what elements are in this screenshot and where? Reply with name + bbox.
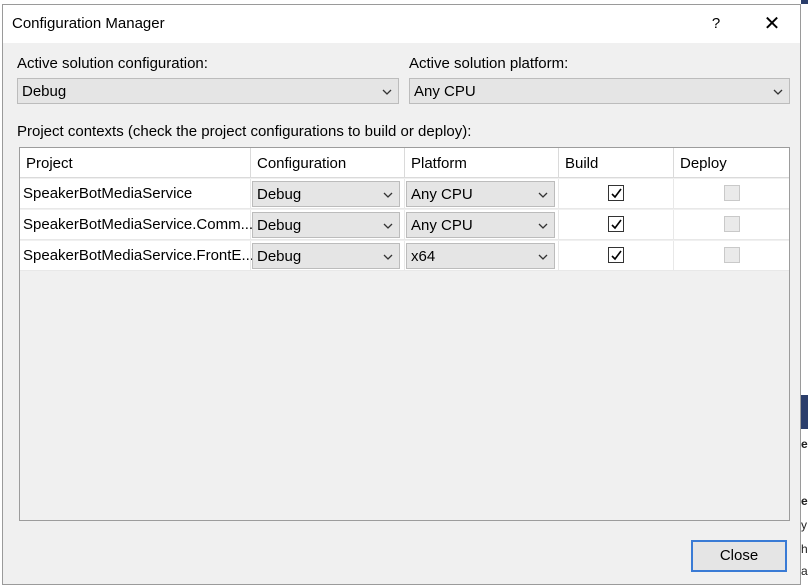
close-button[interactable]: Close bbox=[691, 540, 787, 572]
deploy-checkbox bbox=[724, 247, 740, 263]
platform-cell: Any CPU bbox=[405, 179, 559, 209]
background-app-edge: e e y h a bbox=[801, 0, 808, 585]
row-platform-dropdown[interactable]: x64 bbox=[406, 243, 555, 269]
build-cell bbox=[559, 179, 674, 209]
column-header-platform[interactable]: Platform bbox=[405, 148, 559, 178]
row-platform-dropdown[interactable]: Any CPU bbox=[406, 212, 555, 238]
chevron-down-icon bbox=[383, 223, 393, 229]
configuration-manager-dialog: Configuration Manager ? ✕ Active solutio… bbox=[2, 4, 801, 585]
active-platform-label: Active solution platform: bbox=[409, 55, 569, 72]
configuration-cell: Debug bbox=[251, 241, 405, 271]
build-cell bbox=[559, 210, 674, 240]
table-row: SpeakerBotMediaService.Comm... Debug Any… bbox=[20, 210, 789, 240]
active-platform-value: Any CPU bbox=[414, 83, 476, 100]
project-cell: SpeakerBotMediaService.Comm... bbox=[20, 210, 254, 240]
chevron-down-icon bbox=[538, 192, 548, 198]
background-app-text: y bbox=[801, 518, 807, 532]
background-app-text: e bbox=[801, 494, 808, 508]
active-configuration-dropdown[interactable]: Debug bbox=[17, 78, 399, 104]
row-platform-value: Any CPU bbox=[411, 217, 473, 234]
chevron-down-icon bbox=[538, 223, 548, 229]
project-contexts-grid: Project Configuration Platform Build Dep… bbox=[19, 147, 790, 521]
row-platform-value: x64 bbox=[411, 248, 436, 265]
deploy-cell bbox=[674, 210, 789, 240]
help-button[interactable]: ? bbox=[703, 10, 729, 38]
deploy-cell bbox=[674, 179, 789, 209]
row-configuration-value: Debug bbox=[257, 217, 302, 234]
project-cell: SpeakerBotMediaService bbox=[20, 179, 251, 209]
configuration-cell: Debug bbox=[251, 210, 405, 240]
build-checkbox[interactable] bbox=[608, 216, 624, 232]
project-name: SpeakerBotMediaService.FrontE... bbox=[23, 247, 254, 264]
dialog-title: Configuration Manager bbox=[12, 15, 165, 32]
chevron-down-icon bbox=[383, 254, 393, 260]
project-name: SpeakerBotMediaService bbox=[23, 185, 193, 202]
project-contexts-label: Project contexts (check the project conf… bbox=[17, 123, 472, 140]
checkmark-icon bbox=[611, 188, 622, 199]
column-header-deploy[interactable]: Deploy bbox=[674, 148, 789, 178]
background-app-bar bbox=[801, 0, 808, 4]
platform-cell: Any CPU bbox=[405, 210, 559, 240]
deploy-checkbox bbox=[724, 185, 740, 201]
row-configuration-dropdown[interactable]: Debug bbox=[252, 181, 400, 207]
close-icon[interactable]: ✕ bbox=[757, 10, 787, 38]
project-cell: SpeakerBotMediaService.FrontE... bbox=[20, 241, 254, 271]
column-header-build[interactable]: Build bbox=[559, 148, 674, 178]
chevron-down-icon bbox=[382, 89, 392, 95]
chevron-down-icon bbox=[773, 89, 783, 95]
checkmark-icon bbox=[611, 250, 622, 261]
project-name: SpeakerBotMediaService.Comm... bbox=[23, 216, 254, 233]
background-app-panel bbox=[801, 395, 808, 429]
row-configuration-dropdown[interactable]: Debug bbox=[252, 243, 400, 269]
column-header-project[interactable]: Project bbox=[20, 148, 251, 178]
build-cell bbox=[559, 241, 674, 271]
background-app-text: h bbox=[801, 542, 808, 556]
active-configuration-value: Debug bbox=[22, 83, 67, 100]
deploy-cell bbox=[674, 241, 789, 271]
chevron-down-icon bbox=[383, 192, 393, 198]
column-header-configuration[interactable]: Configuration bbox=[251, 148, 405, 178]
active-configuration-label: Active solution configuration: bbox=[17, 55, 208, 72]
checkmark-icon bbox=[611, 219, 622, 230]
platform-cell: x64 bbox=[405, 241, 559, 271]
table-row: SpeakerBotMediaService.FrontE... Debug x… bbox=[20, 241, 789, 271]
build-checkbox[interactable] bbox=[608, 185, 624, 201]
chevron-down-icon bbox=[538, 254, 548, 260]
background-app-text: e bbox=[801, 437, 808, 451]
row-platform-value: Any CPU bbox=[411, 186, 473, 203]
active-platform-dropdown[interactable]: Any CPU bbox=[409, 78, 790, 104]
build-checkbox[interactable] bbox=[608, 247, 624, 263]
row-configuration-value: Debug bbox=[257, 248, 302, 265]
table-row: SpeakerBotMediaService Debug Any CPU bbox=[20, 179, 789, 209]
background-app-text: a bbox=[801, 564, 808, 578]
title-bar: Configuration Manager ? ✕ bbox=[3, 5, 800, 43]
row-configuration-dropdown[interactable]: Debug bbox=[252, 212, 400, 238]
configuration-cell: Debug bbox=[251, 179, 405, 209]
deploy-checkbox bbox=[724, 216, 740, 232]
row-configuration-value: Debug bbox=[257, 186, 302, 203]
row-platform-dropdown[interactable]: Any CPU bbox=[406, 181, 555, 207]
